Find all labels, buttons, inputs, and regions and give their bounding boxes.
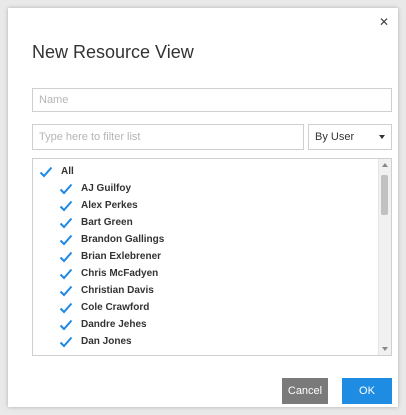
list-item-label: Chris McFadyen [81, 268, 159, 279]
checkmark-icon [39, 166, 53, 177]
list-item-label: Dandre Jehes [81, 319, 147, 330]
resource-list: All AJ Guilfoy Alex Perkes Bart Green Brand… [32, 158, 392, 356]
name-input[interactable] [32, 88, 392, 112]
list-item[interactable]: Brandon Gallings [33, 231, 377, 248]
new-resource-view-dialog: ✕ New Resource View By User All AJ Guilf… [8, 8, 398, 407]
checkmark-icon [59, 319, 73, 330]
list-item-label: Brandon Gallings [81, 234, 165, 245]
list-item-label: Bart Green [81, 217, 133, 228]
group-by-select[interactable]: By User [308, 124, 392, 150]
checkmark-icon [59, 268, 73, 279]
list-scrollbar[interactable] [378, 159, 391, 355]
list-item-label: All [61, 166, 74, 177]
checkmark-icon [59, 302, 73, 313]
list-item-label: Brian Exlebrener [81, 251, 162, 262]
ok-button[interactable]: OK [342, 378, 392, 404]
list-item[interactable]: AJ Guilfoy [33, 180, 377, 197]
checkmark-icon [59, 285, 73, 296]
checkmark-icon [59, 336, 73, 347]
list-item[interactable]: Christian Davis [33, 282, 377, 299]
chevron-down-icon [379, 135, 385, 139]
checkmark-icon [59, 217, 73, 228]
group-by-select-value: By User [315, 131, 355, 143]
scrollbar-thumb[interactable] [381, 175, 388, 215]
list-item[interactable]: Alex Perkes [33, 197, 377, 214]
list-item-label: Alex Perkes [81, 200, 138, 211]
checkmark-icon [59, 251, 73, 262]
scroll-down-icon[interactable] [382, 347, 388, 351]
dialog-title: New Resource View [32, 42, 194, 62]
close-icon[interactable]: ✕ [378, 16, 390, 28]
checkmark-icon [59, 183, 73, 194]
list-item[interactable]: Chris McFadyen [33, 265, 377, 282]
filter-list-input[interactable] [32, 124, 304, 150]
list-item-label: AJ Guilfoy [81, 183, 132, 194]
list-item-label: Cole Crawford [81, 302, 150, 313]
scroll-up-icon[interactable] [382, 163, 388, 167]
list-item[interactable]: Dan Jones [33, 333, 377, 350]
list-item[interactable]: Bart Green [33, 214, 377, 231]
cancel-button[interactable]: Cancel [282, 378, 328, 404]
list-item-all[interactable]: All [33, 163, 377, 180]
checkmark-icon [59, 200, 73, 211]
checkmark-icon [59, 234, 73, 245]
list-item-label: Christian Davis [81, 285, 154, 296]
list-item[interactable]: Dandre Jehes [33, 316, 377, 333]
list-item[interactable]: Brian Exlebrener [33, 248, 377, 265]
list-item[interactable]: Cole Crawford [33, 299, 377, 316]
list-item-label: Dan Jones [81, 336, 132, 347]
